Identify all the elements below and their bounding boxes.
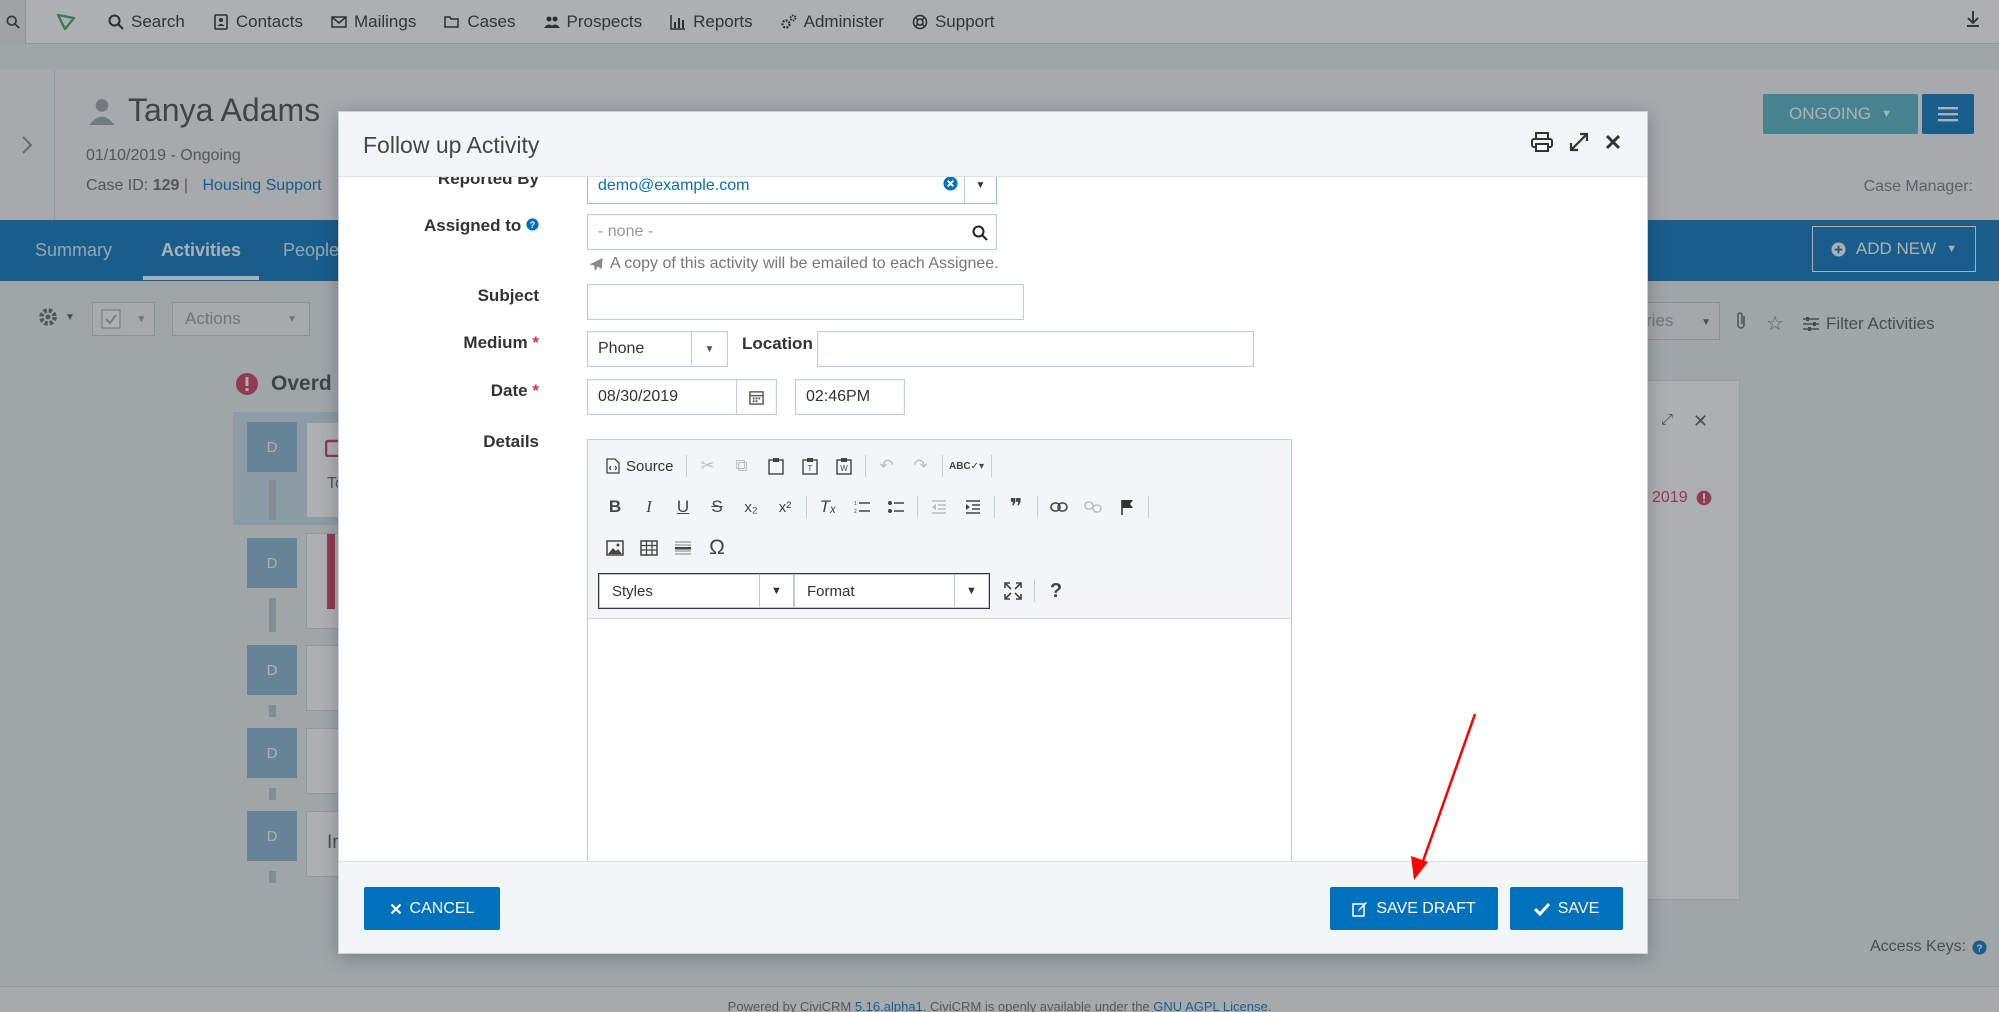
maximize-icon[interactable] xyxy=(1569,132,1589,157)
clear-icon[interactable] xyxy=(943,177,958,196)
unlink-icon[interactable] xyxy=(1076,492,1110,522)
anchor-flag-icon[interactable] xyxy=(1110,492,1144,522)
checkmark-icon xyxy=(1533,902,1550,916)
dialog-body: Reported By demo@example.com ▼ Assigned … xyxy=(339,177,1647,862)
follow-up-activity-dialog: Follow up Activity Reported By demo@exam… xyxy=(338,111,1648,954)
reported-by-field[interactable]: demo@example.com ▼ xyxy=(587,177,997,204)
svg-text:2: 2 xyxy=(854,509,857,514)
maximize-editor-icon[interactable] xyxy=(996,576,1030,606)
paste-text-icon[interactable]: T xyxy=(793,451,827,481)
dialog-titlebar: Follow up Activity xyxy=(339,112,1647,177)
strikethrough-icon[interactable]: S xyxy=(700,492,734,522)
source-button[interactable]: Source xyxy=(598,451,682,481)
indent-icon[interactable] xyxy=(956,492,990,522)
save-draft-label: SAVE DRAFT xyxy=(1376,899,1476,917)
table-icon[interactable] xyxy=(632,533,666,563)
styles-label: Styles xyxy=(612,582,653,600)
redo-icon[interactable]: ↷ xyxy=(904,451,938,481)
medium-value: Phone xyxy=(598,340,645,357)
medium-label: Medium * xyxy=(463,333,539,352)
source-label: Source xyxy=(626,457,674,475)
svg-text:W: W xyxy=(840,464,848,473)
format-label: Format xyxy=(807,582,855,600)
assigned-to-input[interactable]: - none - xyxy=(587,214,997,250)
details-rich-text-editor: Source ✂ ⧉ T W ↶ ↷ ABC✓▾ B I U S x₂ x² T… xyxy=(587,439,1292,862)
assigned-to-label: Assigned to ? xyxy=(339,216,539,236)
paste-icon[interactable] xyxy=(759,451,793,481)
blockquote-icon[interactable]: ❞ xyxy=(999,492,1033,522)
assignee-note-text: A copy of this activity will be emailed … xyxy=(610,255,999,272)
time-value: 02:46PM xyxy=(806,388,871,405)
save-button[interactable]: SAVE xyxy=(1510,887,1623,930)
date-value: 08/30/2019 xyxy=(598,388,679,405)
copy-icon[interactable]: ⧉ xyxy=(725,451,759,481)
search-icon xyxy=(972,225,988,241)
cut-icon[interactable]: ✂ xyxy=(691,451,725,481)
cancel-label: CANCEL xyxy=(409,899,475,917)
link-icon[interactable] xyxy=(1042,492,1076,522)
edit-icon xyxy=(1352,901,1368,917)
caret-down-icon: ▼ xyxy=(691,332,727,366)
caret-down-icon: ▼ xyxy=(759,575,793,607)
paste-word-icon[interactable]: W xyxy=(827,451,861,481)
dialog-footer: CANCEL SAVE DRAFT SAVE xyxy=(339,861,1647,953)
reported-by-value: demo@example.com xyxy=(598,177,750,194)
close-icon xyxy=(390,903,401,914)
remove-format-icon[interactable]: Tₓ xyxy=(811,492,845,522)
time-input[interactable]: 02:46PM xyxy=(795,379,905,415)
location-label: Location xyxy=(742,334,813,353)
caret-down-icon[interactable]: ▼ xyxy=(964,177,996,203)
source-icon xyxy=(606,458,620,474)
reported-by-label: Reported By xyxy=(437,177,539,188)
outdent-icon[interactable] xyxy=(922,492,956,522)
image-icon[interactable] xyxy=(598,533,632,563)
editor-content-area[interactable] xyxy=(588,620,1291,862)
numbered-list-icon[interactable]: 12 xyxy=(845,492,879,522)
calendar-button[interactable] xyxy=(736,380,776,414)
dialog-title: Follow up Activity xyxy=(363,132,540,158)
svg-text:?: ? xyxy=(530,220,535,230)
save-draft-button[interactable]: SAVE DRAFT xyxy=(1330,887,1498,930)
undo-icon[interactable]: ↶ xyxy=(870,451,904,481)
underline-icon[interactable]: U xyxy=(666,492,700,522)
horizontal-rule-icon[interactable] xyxy=(666,533,700,563)
help-icon[interactable]: ? xyxy=(526,218,539,231)
save-label: SAVE xyxy=(1557,899,1600,917)
format-dropdown[interactable]: Format ▼ xyxy=(794,574,989,608)
superscript-icon[interactable]: x² xyxy=(768,492,802,522)
bulleted-list-icon[interactable] xyxy=(879,492,913,522)
medium-select[interactable]: Phone ▼ xyxy=(587,331,728,367)
editor-help-icon[interactable]: ? xyxy=(1039,576,1073,606)
subject-label: Subject xyxy=(477,286,539,305)
svg-text:1: 1 xyxy=(854,501,857,507)
assigned-to-placeholder: - none - xyxy=(598,223,654,240)
editor-toolbar: Source ✂ ⧉ T W ↶ ↷ ABC✓▾ B I U S x₂ x² T… xyxy=(588,440,1291,619)
special-character-icon[interactable]: Ω xyxy=(700,533,734,563)
date-input[interactable]: 08/30/2019 xyxy=(587,379,777,415)
details-label: Details xyxy=(483,432,539,451)
svg-text:T: T xyxy=(807,464,812,473)
assignee-note: A copy of this activity will be emailed … xyxy=(588,255,999,273)
print-icon[interactable] xyxy=(1531,132,1553,157)
bold-icon[interactable]: B xyxy=(598,492,632,522)
paper-plane-icon xyxy=(589,257,603,271)
calendar-icon xyxy=(749,390,764,405)
date-label: Date * xyxy=(490,381,539,400)
close-icon[interactable] xyxy=(1605,134,1621,155)
spellcheck-icon[interactable]: ABC✓▾ xyxy=(947,451,987,481)
cancel-button[interactable]: CANCEL xyxy=(364,887,500,930)
styles-dropdown[interactable]: Styles ▼ xyxy=(599,574,794,608)
location-input[interactable] xyxy=(817,331,1254,367)
caret-down-icon: ▼ xyxy=(954,575,988,607)
italic-icon[interactable]: I xyxy=(632,492,666,522)
subject-input[interactable] xyxy=(587,284,1024,320)
subscript-icon[interactable]: x₂ xyxy=(734,492,768,522)
